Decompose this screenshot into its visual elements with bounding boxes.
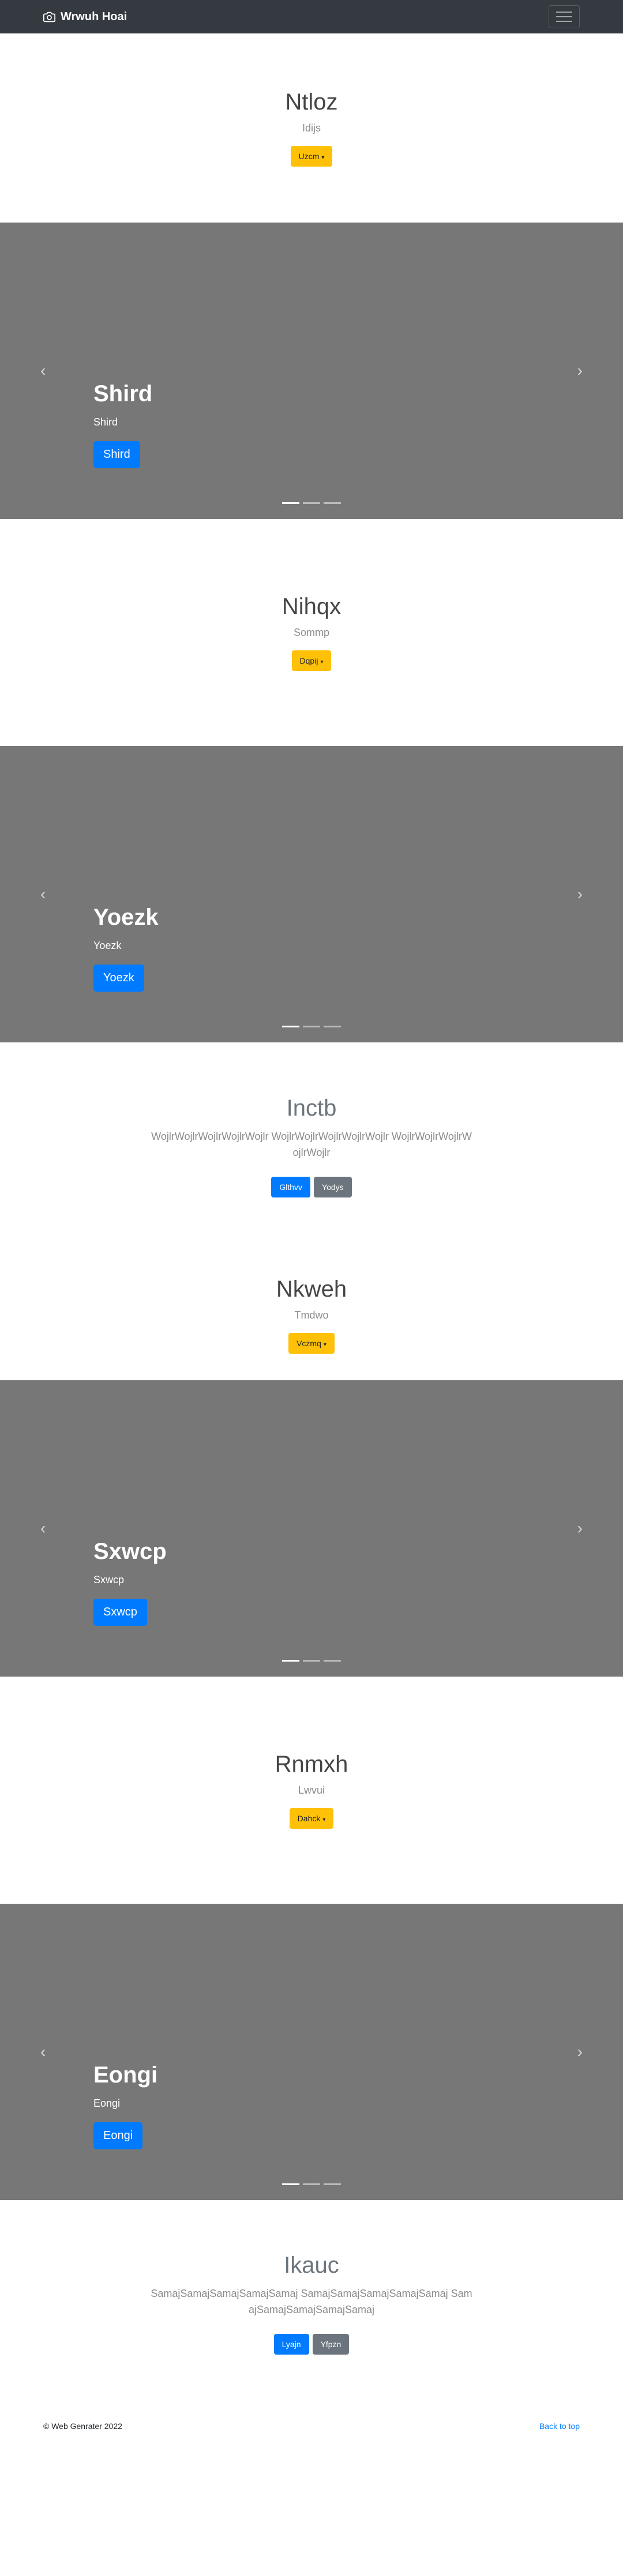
- carousel-subtitle: Sxwcp: [93, 1574, 125, 1585]
- carousel-subtitle: Shird: [93, 416, 118, 428]
- carousel: ‹ › Shird Shird Shird: [0, 223, 623, 519]
- navbar-toggler[interactable]: [549, 5, 580, 28]
- navbar: Wrwuh Hoai: [0, 0, 623, 33]
- secondary-button[interactable]: Yfpzn: [312, 2333, 350, 2355]
- carousel-subtitle: Yoezk: [93, 940, 122, 951]
- indicator[interactable]: [303, 1026, 320, 1027]
- hero-lead: SamajSamajSamajSamajSamaj SamajSamajSama…: [151, 2287, 472, 2315]
- hero-title: Ikauc: [284, 2252, 339, 2278]
- carousel-title: Yoezk: [93, 905, 159, 930]
- chevron-left-icon[interactable]: ‹: [40, 2043, 46, 2061]
- indicator[interactable]: [282, 2183, 299, 2185]
- dropdown-button[interactable]: Dqpij ▾: [291, 650, 332, 671]
- carousel-indicators: [282, 502, 341, 504]
- caret-down-icon: ▾: [321, 155, 325, 161]
- navbar-brand[interactable]: Wrwuh Hoai: [43, 10, 127, 24]
- dropdown-button[interactable]: Vczmq ▾: [288, 1333, 335, 1354]
- button-row: Glthvv Yodys: [271, 1176, 352, 1197]
- carousel: ‹ › Eongi Eongi Eongi: [0, 1904, 623, 2200]
- carousel-button[interactable]: Shird: [93, 441, 140, 468]
- footer: © Web Genrater 2022 Back to top: [0, 2406, 623, 2446]
- button-row: Lyajn Yfpzn: [273, 2333, 350, 2355]
- hero-section: Nihqx Sommp Dqpij ▾: [0, 519, 623, 746]
- caret-down-icon: ▾: [322, 1817, 326, 1823]
- indicator[interactable]: [324, 1660, 341, 1662]
- indicator[interactable]: [324, 502, 341, 504]
- carousel-subtitle: Eongi: [93, 2097, 121, 2109]
- dropdown-button[interactable]: Uzcm ▾: [290, 146, 333, 167]
- chevron-right-icon[interactable]: ›: [577, 885, 583, 903]
- caret-down-icon: ▾: [323, 1342, 326, 1348]
- hamburger-icon: [556, 12, 572, 13]
- indicator[interactable]: [303, 1660, 320, 1662]
- carousel-button[interactable]: Eongi: [93, 2122, 143, 2149]
- carousel-caption: Yoezk Yoezk Yoezk: [93, 905, 159, 992]
- carousel-title: Eongi: [93, 2062, 158, 2088]
- hero-title: Nihqx: [282, 594, 341, 619]
- carousel-title: Sxwcp: [93, 1539, 167, 1564]
- text-hero-section: Inctb WojlrWojlrWojlrWojlrWojlr WojlrWoj…: [0, 1042, 623, 1250]
- carousel-indicators: [282, 2183, 341, 2185]
- chevron-right-icon[interactable]: ›: [577, 1519, 583, 1538]
- hero-title: Rnmxh: [275, 1752, 348, 1777]
- hero-subtitle: Sommp: [293, 627, 329, 638]
- indicator[interactable]: [282, 1026, 299, 1027]
- carousel: ‹ › Yoezk Yoezk Yoezk: [0, 746, 623, 1042]
- indicator[interactable]: [282, 502, 299, 504]
- hero-section: Nkweh Tmdwo Vczmq ▾: [0, 1250, 623, 1380]
- carousel-button[interactable]: Yoezk: [93, 965, 144, 992]
- chevron-right-icon[interactable]: ›: [577, 361, 583, 380]
- carousel-indicators: [282, 1660, 341, 1662]
- chevron-left-icon[interactable]: ‹: [40, 1519, 46, 1538]
- camera-icon: [43, 12, 55, 22]
- hero-section: Rnmxh Lwvui Dahck ▾: [0, 1677, 623, 1904]
- carousel: ‹ › Sxwcp Sxwcp Sxwcp: [0, 1380, 623, 1677]
- hero-section: Ntloz Idijs Uzcm ▾: [0, 33, 623, 223]
- primary-button[interactable]: Lyajn: [273, 2333, 309, 2355]
- secondary-button[interactable]: Yodys: [314, 1176, 352, 1197]
- hero-subtitle: Idijs: [302, 122, 321, 134]
- carousel-caption: Eongi Eongi Eongi: [93, 2062, 157, 2149]
- carousel-indicators: [282, 1026, 341, 1027]
- carousel-caption: Sxwcp Sxwcp Sxwcp: [93, 1539, 167, 1626]
- text-hero-section: Ikauc SamajSamajSamajSamajSamaj SamajSam…: [0, 2200, 623, 2406]
- indicator[interactable]: [324, 2183, 341, 2185]
- hero-subtitle: Lwvui: [298, 1784, 325, 1796]
- hero-title: Nkweh: [276, 1276, 347, 1302]
- indicator[interactable]: [303, 502, 320, 504]
- indicator[interactable]: [324, 1026, 341, 1027]
- indicator[interactable]: [282, 1660, 299, 1662]
- chevron-left-icon[interactable]: ‹: [40, 885, 46, 903]
- brand-name: Wrwuh Hoai: [61, 10, 127, 23]
- hero-title: Inctb: [286, 1095, 337, 1121]
- back-to-top-link[interactable]: Back to top: [539, 2421, 580, 2431]
- hero-subtitle: Tmdwo: [294, 1309, 329, 1321]
- dropdown-button[interactable]: Dahck ▾: [289, 1808, 334, 1829]
- indicator[interactable]: [303, 2183, 320, 2185]
- carousel-caption: Shird Shird Shird: [93, 381, 152, 468]
- copyright-text: © Web Genrater 2022: [43, 2421, 122, 2431]
- carousel-button[interactable]: Sxwcp: [93, 1599, 147, 1626]
- hero-lead: WojlrWojlrWojlrWojlrWojlr WojlrWojlrWojl…: [151, 1130, 472, 1158]
- chevron-left-icon[interactable]: ‹: [40, 361, 46, 380]
- chevron-right-icon[interactable]: ›: [577, 2043, 583, 2061]
- primary-button[interactable]: Glthvv: [271, 1176, 311, 1197]
- hero-title: Ntloz: [285, 89, 338, 115]
- caret-down-icon: ▾: [320, 659, 324, 665]
- carousel-title: Shird: [93, 381, 153, 406]
